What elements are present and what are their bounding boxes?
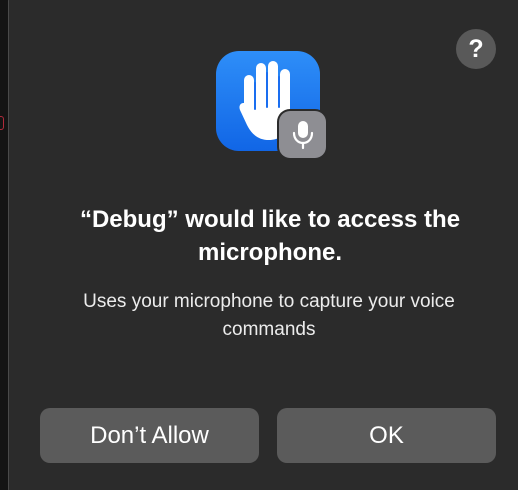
ok-button[interactable]: OK <box>277 408 496 463</box>
background-window-edge <box>0 116 4 130</box>
screen: ? “Debug” would like to access the micro… <box>0 0 518 490</box>
ok-label: OK <box>369 421 404 449</box>
help-glyph: ? <box>468 34 484 63</box>
dont-allow-label: Don’t Allow <box>90 421 209 449</box>
help-button[interactable]: ? <box>456 29 496 69</box>
dialog-title: “Debug” would like to access the microph… <box>79 206 461 266</box>
microphone-icon <box>279 111 326 158</box>
microphone-glyph <box>292 120 313 149</box>
dialog-message: Uses your microphone to capture your voi… <box>83 291 455 340</box>
dont-allow-button[interactable]: Don’t Allow <box>40 408 259 463</box>
